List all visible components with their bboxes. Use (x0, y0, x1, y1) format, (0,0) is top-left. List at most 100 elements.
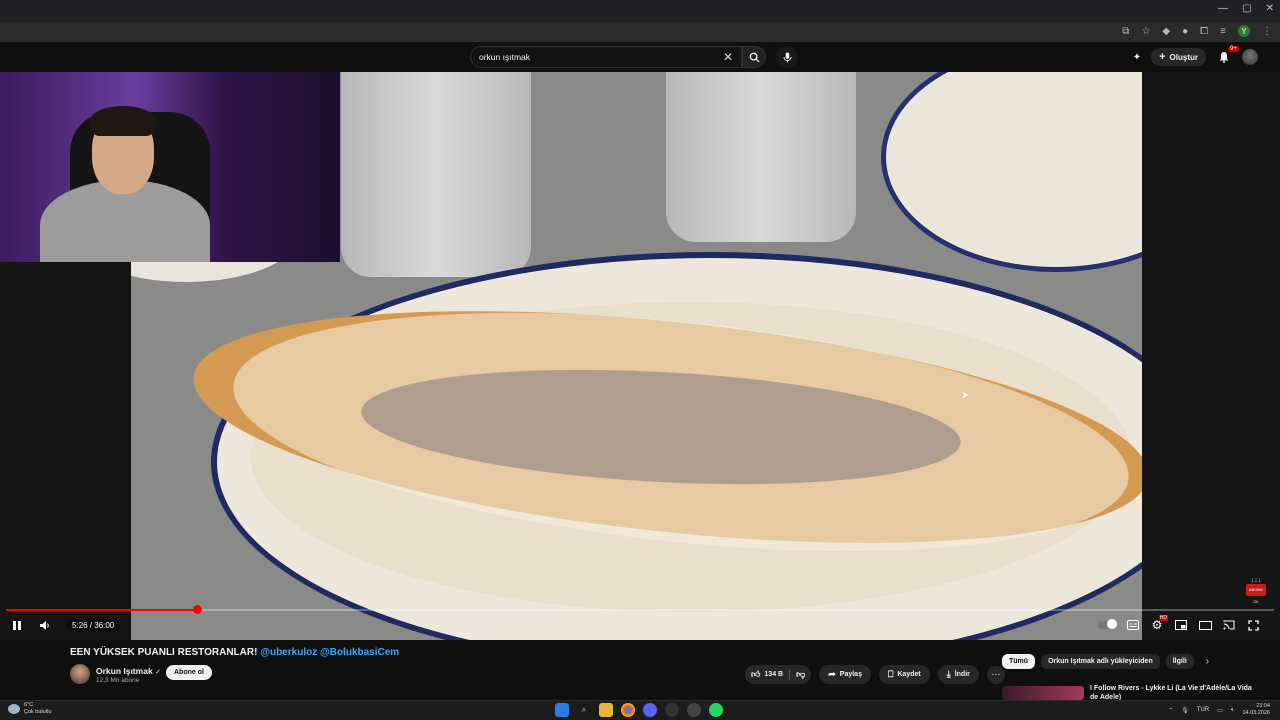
webcam-overlay (0, 72, 340, 262)
fullscreen-icon (1247, 619, 1259, 631)
chrome-icon[interactable] (621, 703, 635, 717)
tray-chevron-icon[interactable]: ⌃ (1168, 707, 1173, 714)
microphone-tray-icon[interactable]: 🎙︎ (1181, 707, 1189, 714)
close-window-button[interactable]: ✕ (1266, 3, 1274, 14)
download-button[interactable]: ⤓ İndir (937, 665, 979, 684)
subscribe-overlay-label: ABONE OL (1246, 584, 1266, 604)
search-box[interactable]: orkun ışıtmak ✕ (470, 46, 742, 68)
video-player[interactable]: ➤ ↓↓↓ ABONE OL 5:26 / 36:00 ⚙ HD (0, 72, 1280, 640)
bell-icon (1219, 52, 1229, 63)
channel-avatar[interactable] (70, 664, 90, 684)
pause-icon (13, 620, 21, 630)
profile-avatar-icon[interactable]: Y (1238, 25, 1250, 37)
video-details: EEN YÜKSEK PUANLI RESTORANLAR! @uberkulo… (0, 640, 1280, 701)
temperature: 6°C (24, 702, 34, 708)
language-indicator[interactable]: TUR (1197, 707, 1209, 713)
search-icon[interactable]: ⌕ (577, 703, 591, 717)
discord-icon[interactable] (643, 703, 657, 717)
like-button[interactable]: 👍︎ 134 B (751, 669, 783, 680)
settings-button[interactable]: ⚙ HD (1150, 615, 1168, 632)
recommended-video-menu-icon[interactable]: ⋮ (1196, 685, 1204, 694)
whatsapp-icon[interactable] (709, 703, 723, 717)
channel-name-text: Orkun Işıtmak (96, 666, 153, 676)
minimize-button[interactable]: — (1218, 3, 1228, 14)
save-label: Kaydet (897, 671, 921, 678)
file-explorer-icon[interactable] (599, 703, 613, 717)
microphone-icon (782, 52, 792, 62)
like-count: 134 B (764, 671, 784, 678)
chevron-right-icon[interactable]: › (1206, 656, 1209, 667)
chip-all[interactable]: Tümü (1002, 654, 1036, 669)
recommended-video[interactable]: I Follow Rivers - Lykke Li (La Vie d'Adè… (1002, 684, 1280, 701)
search-button[interactable] (742, 46, 766, 68)
install-app-icon[interactable]: ⧉ (1122, 26, 1129, 37)
browser-toolbar: ⧉ ☆ ◆ ● ⧠ ≡ Y ⋮ (0, 22, 1280, 42)
browser-tab-strip: — ▢ ✕ (0, 0, 1280, 22)
channel-name[interactable]: Orkun Işıtmak ✓ (96, 666, 161, 676)
fullscreen-button[interactable] (1246, 618, 1260, 632)
windows-start-icon[interactable] (555, 703, 569, 717)
thumbs-down-icon: 👎︎ (796, 669, 806, 679)
weather-widget[interactable]: 6°C Çok bulutlu (8, 702, 52, 716)
search-icon (749, 52, 760, 63)
plus-icon: + (1159, 51, 1166, 63)
subscriber-count: 12,3 Mn abone (96, 677, 140, 684)
like-dislike-group: 👍︎ 134 B 👎︎ (745, 665, 812, 684)
miniplayer-button[interactable] (1174, 618, 1188, 632)
network-icon[interactable]: ▭ (1217, 707, 1223, 714)
time-display: 5:26 / 36:00 (66, 618, 121, 632)
extension-icon[interactable]: ● (1182, 26, 1188, 37)
video-title: EEN YÜKSEK PUANLI RESTORANLAR! @uberkulo… (70, 647, 399, 658)
maximize-button[interactable]: ▢ (1242, 3, 1251, 14)
create-studio-icon[interactable]: ✦ (1133, 52, 1141, 63)
theater-mode-button[interactable] (1198, 618, 1212, 632)
subscribe-overlay[interactable]: ↓↓↓ ABONE OL (1246, 577, 1266, 604)
create-button[interactable]: + Oluştur (1151, 48, 1206, 66)
video-actions: 👍︎ 134 B 👎︎ ➦ Paylaş ⎕ Kaydet ⤓ İndir ⋯ (745, 665, 1005, 684)
windows-taskbar: 6°C Çok bulutlu ⌕ ⌃ 🎙︎ TUR ▭ 🔈︎ 23:04 14… (0, 700, 1280, 720)
youtube-header: orkun ışıtmak ✕ ✦ + Oluştur 9+ (0, 42, 1280, 72)
like-divider (789, 669, 791, 680)
reading-list-icon[interactable]: ≡ (1220, 26, 1226, 37)
bookmark-icon: ⎕ (887, 669, 894, 679)
share-label: Paylaş (839, 671, 862, 678)
cast-button[interactable] (1222, 618, 1236, 632)
clock[interactable]: 23:04 14.03.2026 (1242, 703, 1270, 717)
subscribe-button[interactable]: Abone ol (166, 665, 212, 680)
weather-description: Çok bulutlu (24, 709, 52, 715)
subtitles-button[interactable] (1126, 618, 1140, 632)
autoplay-toggle[interactable] (1098, 619, 1117, 629)
app-icon[interactable] (665, 703, 679, 717)
extensions-puzzle-icon[interactable]: ⧠ (1200, 26, 1208, 37)
video-scene-water-glass (341, 72, 531, 277)
notifications-button[interactable]: 9+ (1216, 46, 1239, 65)
clock-date: 14.03.2026 (1242, 710, 1270, 716)
dislike-button[interactable]: 👎︎ (796, 669, 805, 680)
save-button[interactable]: ⎕ Kaydet (878, 665, 930, 684)
chip-from-uploader[interactable]: Orkun Işıtmak adlı yükleyiciden (1041, 654, 1160, 669)
search-input[interactable]: orkun ışıtmak (479, 52, 530, 62)
progress-bar[interactable] (6, 605, 1274, 614)
account-avatar[interactable] (1242, 49, 1258, 65)
share-button[interactable]: ➦ Paylaş (819, 665, 871, 684)
theater-icon (1198, 620, 1212, 630)
related-filter-chips: Tümü Orkun Işıtmak adlı yükleyiciden İlg… (1002, 654, 1209, 669)
clear-search-icon[interactable]: ✕ (723, 50, 733, 64)
pause-button[interactable] (10, 618, 24, 632)
extension-diamond-icon[interactable]: ◆ (1162, 26, 1170, 37)
share-arrow-icon: ➦ (828, 669, 836, 679)
volume-button[interactable] (38, 618, 52, 632)
recommended-video-thumbnail[interactable] (1002, 686, 1084, 700)
miniplayer-icon (1175, 620, 1187, 630)
cast-icon (1223, 620, 1235, 630)
down-arrows-icon: ↓↓↓ (1250, 577, 1262, 584)
chip-related[interactable]: İlgili (1165, 654, 1194, 669)
bookmark-star-icon[interactable]: ☆ (1141, 26, 1150, 37)
browser-menu-icon[interactable]: ⋮ (1262, 26, 1272, 37)
video-title-mentions[interactable]: @uberkuloz @BolukbasiCem (260, 647, 399, 658)
voice-search-button[interactable] (776, 46, 798, 68)
speaker-icon[interactable]: 🔈︎ (1231, 707, 1235, 714)
player-controls: 5:26 / 36:00 ⚙ HD (0, 614, 1280, 638)
verified-badge-icon: ✓ (155, 669, 161, 676)
obs-icon[interactable] (687, 703, 701, 717)
